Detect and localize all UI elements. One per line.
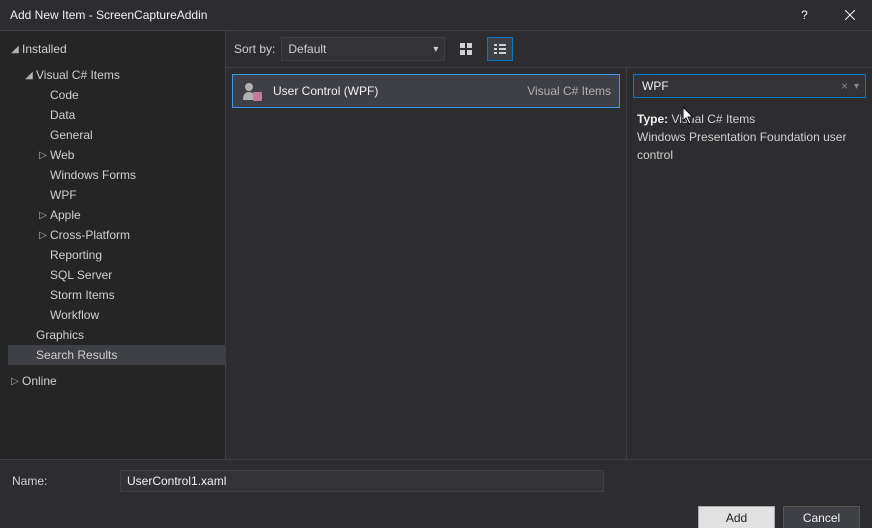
add-button[interactable]: Add <box>698 506 775 528</box>
tree-node-code[interactable]: Code <box>8 85 225 105</box>
tree-node-cross-platform[interactable]: ▷Cross-Platform <box>8 225 225 245</box>
item-category: Visual C# Items <box>527 84 611 98</box>
sort-label: Sort by: <box>234 42 275 56</box>
chevron-right-icon: ▷ <box>36 148 50 162</box>
chevron-right-icon: ▷ <box>36 208 50 222</box>
chevron-down-icon: ◢ <box>8 42 22 56</box>
sort-dropdown[interactable]: Default ▾ <box>281 37 445 61</box>
tiles-icon <box>459 42 473 56</box>
close-button[interactable] <box>827 0 872 30</box>
template-list: User Control (WPF) Visual C# Items <box>226 68 626 459</box>
toolbar: Sort by: Default ▾ <box>226 31 872 68</box>
sort-value: Default <box>288 42 326 56</box>
search-input-wrapper[interactable]: × ▾ <box>633 74 866 98</box>
type-value: Visual C# Items <box>671 112 755 126</box>
tree-node-installed[interactable]: ◢ Installed <box>8 39 225 59</box>
tree-node-csharp-items[interactable]: ◢ Visual C# Items <box>8 65 225 85</box>
tree-node-search-results[interactable]: Search Results <box>8 345 225 365</box>
details-panel: × ▾ Type: Visual C# Items Windows Presen… <box>626 68 872 459</box>
chevron-right-icon: ▷ <box>36 228 50 242</box>
tree-node-apple[interactable]: ▷Apple <box>8 205 225 225</box>
search-input[interactable] <box>640 78 837 94</box>
name-input[interactable] <box>120 470 604 492</box>
titlebar: Add New Item - ScreenCaptureAddin ? <box>0 0 872 31</box>
chevron-down-icon: ◢ <box>22 68 36 82</box>
window-title: Add New Item - ScreenCaptureAddin <box>10 8 782 22</box>
type-label: Type: <box>637 112 668 126</box>
chevron-right-icon: ▷ <box>8 374 22 388</box>
help-button[interactable]: ? <box>782 0 827 30</box>
tree-node-reporting[interactable]: Reporting <box>8 245 225 265</box>
tree-node-storm-items[interactable]: Storm Items <box>8 285 225 305</box>
description: Windows Presentation Foundation user con… <box>637 128 862 164</box>
tree-node-web[interactable]: ▷Web <box>8 145 225 165</box>
item-name: User Control (WPF) <box>273 84 527 98</box>
list-item[interactable]: User Control (WPF) Visual C# Items <box>232 74 620 108</box>
sidebar: ◢ Installed ◢ Visual C# Items Code Data … <box>0 31 225 459</box>
bottom-panel: Name: Add Cancel <box>0 459 872 528</box>
tree-node-wpf[interactable]: WPF <box>8 185 225 205</box>
cancel-button[interactable]: Cancel <box>783 506 860 528</box>
list-icon <box>493 42 507 56</box>
tree-node-general[interactable]: General <box>8 125 225 145</box>
clear-search-icon[interactable]: × <box>837 79 852 93</box>
tree-node-online[interactable]: ▷ Online <box>8 371 225 391</box>
tree-node-windows-forms[interactable]: Windows Forms <box>8 165 225 185</box>
chevron-down-icon: ▾ <box>433 44 438 55</box>
view-list-button[interactable] <box>487 37 513 61</box>
tree-node-data[interactable]: Data <box>8 105 225 125</box>
tree-node-graphics[interactable]: Graphics <box>8 325 225 345</box>
search-dropdown-icon[interactable]: ▾ <box>852 81 861 92</box>
name-label: Name: <box>12 474 120 488</box>
tree-node-sql-server[interactable]: SQL Server <box>8 265 225 285</box>
user-control-icon <box>241 80 263 102</box>
view-tiles-button[interactable] <box>453 37 479 61</box>
tree-node-workflow[interactable]: Workflow <box>8 305 225 325</box>
close-icon <box>845 10 855 20</box>
